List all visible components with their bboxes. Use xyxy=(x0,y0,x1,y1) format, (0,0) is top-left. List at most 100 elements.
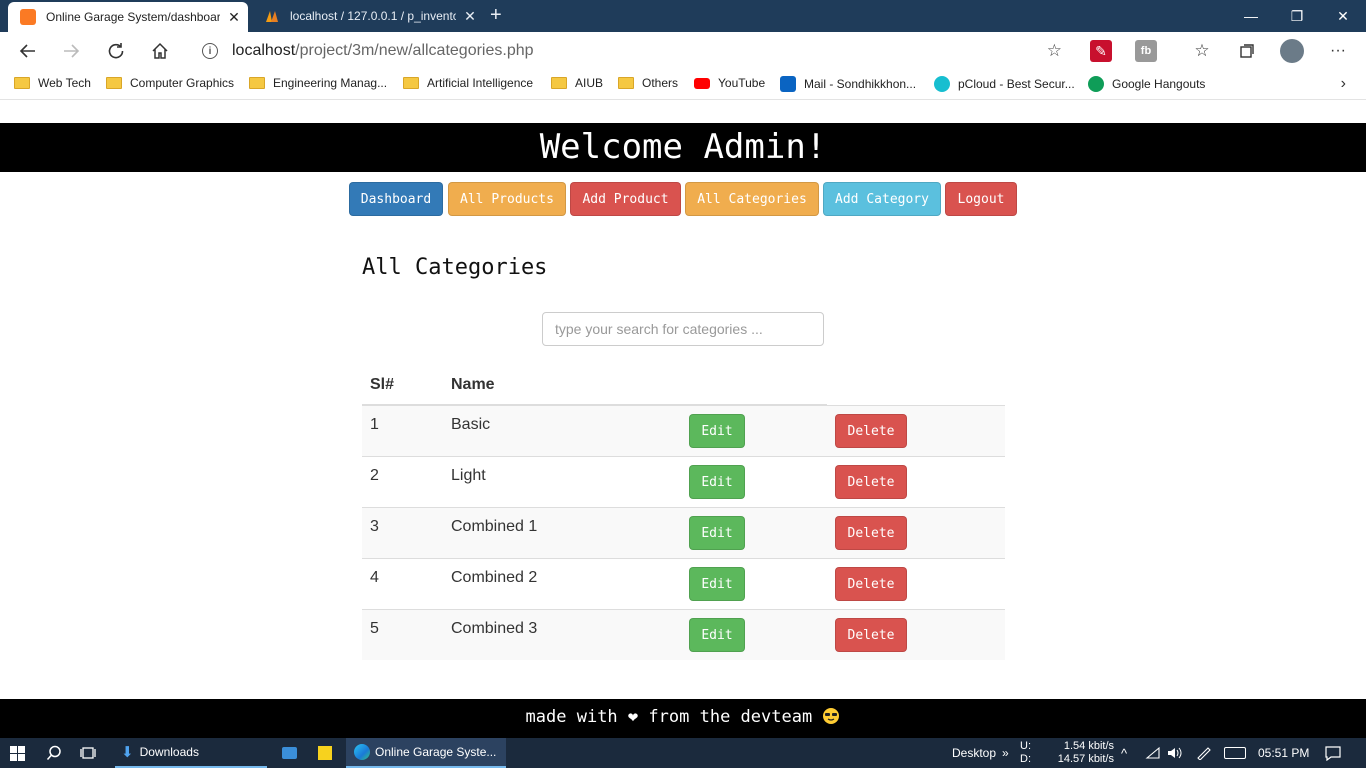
bookmark-others[interactable]: Others xyxy=(618,76,678,90)
bookmark-pcloud[interactable]: pCloud - Best Secur... xyxy=(934,76,1075,92)
tab-close-icon[interactable]: ✕ xyxy=(220,9,248,26)
back-button[interactable] xyxy=(13,36,43,66)
folder-icon xyxy=(106,77,122,89)
tab-phpmyadmin[interactable]: localhost / 127.0.0.1 / p_inventor ✕ xyxy=(252,0,484,32)
volume-icon[interactable] xyxy=(1167,738,1183,768)
bookmark-aiub[interactable]: AIUB xyxy=(551,76,603,90)
chevron-up-icon[interactable]: ^ xyxy=(1121,738,1127,768)
taskbar-downloads[interactable]: ⬇ Downloads xyxy=(115,738,267,768)
tab-close-icon[interactable]: ✕ xyxy=(456,8,484,25)
table-row: 1 Basic Edit Delete xyxy=(362,404,1005,456)
delete-button[interactable]: Delete xyxy=(835,566,907,601)
dashboard-button[interactable]: Dashboard xyxy=(349,182,443,216)
home-icon xyxy=(152,42,168,59)
back-arrow-icon xyxy=(19,44,35,58)
column-header-sl: Sl# xyxy=(362,365,443,406)
phpmyadmin-icon xyxy=(264,8,280,24)
profile-avatar[interactable] xyxy=(1280,39,1304,63)
pdf-extension-icon[interactable]: ✎ xyxy=(1090,40,1112,62)
table-header-row: Sl# Name xyxy=(362,365,1005,406)
page-title: All Categories xyxy=(362,255,548,280)
forward-arrow-icon xyxy=(64,44,80,58)
edit-button[interactable]: Edit xyxy=(689,617,745,652)
app-icon xyxy=(282,747,297,759)
delete-button[interactable]: Delete xyxy=(835,464,907,499)
outlook-icon xyxy=(780,76,796,92)
bookmark-google-hangouts[interactable]: Google Hangouts xyxy=(1088,76,1205,92)
start-button[interactable] xyxy=(10,738,25,768)
edit-button[interactable]: Edit xyxy=(689,515,745,550)
pen-icon[interactable] xyxy=(1196,738,1212,768)
delete-button[interactable]: Delete xyxy=(835,413,907,448)
delete-button[interactable]: Delete xyxy=(835,617,907,652)
table-row: 5 Combined 3 Edit Delete xyxy=(362,608,1005,660)
download-arrow-icon: ⬇ xyxy=(121,744,134,761)
sticky-notes-icon[interactable] xyxy=(318,738,332,768)
minimize-button[interactable]: — xyxy=(1228,0,1274,32)
row-sl: 2 xyxy=(362,455,443,507)
delete-button[interactable]: Delete xyxy=(835,515,907,550)
tab-online-garage[interactable]: Online Garage System/dashboar ✕ xyxy=(8,2,248,32)
row-name: Combined 3 xyxy=(443,608,681,660)
windows-logo-icon xyxy=(10,745,25,761)
categories-table: Sl# Name 1 Basic Edit Delete 2 Light Edi… xyxy=(362,365,1005,660)
add-category-button[interactable]: Add Category xyxy=(823,182,941,216)
category-search-input[interactable] xyxy=(542,312,824,346)
logout-button[interactable]: Logout xyxy=(945,182,1017,216)
bookmark-engineering-manag[interactable]: Engineering Manag... xyxy=(249,76,387,90)
info-icon[interactable]: i xyxy=(202,43,218,59)
new-tab-button[interactable]: + xyxy=(490,4,502,26)
footer-text-pre: made with xyxy=(525,707,618,727)
clock[interactable]: 05:51 PM xyxy=(1258,738,1309,768)
notification-icon[interactable] xyxy=(1325,738,1341,768)
row-name: Combined 1 xyxy=(443,506,681,558)
row-name: Light xyxy=(443,455,681,507)
forward-button[interactable] xyxy=(56,36,86,66)
bookmark-artificial-intelligence[interactable]: Artificial Intelligence xyxy=(403,76,533,90)
net-speed-values: 1.54 kbit/s 14.57 kbit/s xyxy=(1057,740,1114,765)
close-window-button[interactable]: ✕ xyxy=(1320,0,1366,32)
favorites-list-icon[interactable]: ☆ xyxy=(1191,40,1213,62)
address-bar[interactable]: i localhost/project/3m/new/allcategories… xyxy=(188,35,1074,67)
home-button[interactable] xyxy=(145,36,175,66)
folder-icon xyxy=(403,77,419,89)
row-sl: 1 xyxy=(362,404,443,456)
all-categories-button[interactable]: All Categories xyxy=(685,182,819,216)
chevron-right-icon[interactable]: › xyxy=(1341,75,1346,93)
tab-title: localhost / 127.0.0.1 / p_inventor xyxy=(290,9,456,23)
page-footer: made with ❤ from the devteam xyxy=(0,699,1366,738)
table-row: 3 Combined 1 Edit Delete xyxy=(362,506,1005,558)
bookmark-mail[interactable]: Mail - Sondhikkhon... xyxy=(780,76,916,92)
refresh-button[interactable] xyxy=(101,36,131,66)
restore-button[interactable]: ❐ xyxy=(1274,0,1320,32)
taskbar-app-icon[interactable] xyxy=(282,738,297,768)
search-icon[interactable] xyxy=(46,738,62,768)
desktop-toolbar[interactable]: Desktop» xyxy=(952,738,1009,768)
pcloud-icon xyxy=(934,76,950,92)
edit-button[interactable]: Edit xyxy=(689,464,745,499)
bookmark-computer-graphics[interactable]: Computer Graphics xyxy=(106,76,234,90)
keyboard-icon[interactable] xyxy=(1224,738,1246,768)
hangouts-icon xyxy=(1088,76,1104,92)
bookmark-web-tech[interactable]: Web Tech xyxy=(14,76,91,90)
column-header-edit xyxy=(681,365,827,406)
bookmark-youtube[interactable]: YouTube xyxy=(694,76,765,90)
more-menu-icon[interactable]: ··· xyxy=(1327,40,1349,62)
extension-icon[interactable]: fb xyxy=(1135,40,1157,62)
taskbar-edge-app[interactable]: Online Garage Syste... xyxy=(346,738,506,768)
table-row: 2 Light Edit Delete xyxy=(362,455,1005,507)
url-text: localhost/project/3m/new/allcategories.p… xyxy=(232,42,534,59)
wifi-icon[interactable] xyxy=(1145,738,1161,768)
collections-icon[interactable] xyxy=(1236,40,1258,62)
edit-button[interactable]: Edit xyxy=(689,566,745,601)
heart-icon: ❤ xyxy=(627,707,639,727)
favorite-star-icon[interactable]: ☆ xyxy=(1047,41,1062,61)
add-product-button[interactable]: Add Product xyxy=(570,182,681,216)
net-speed-labels: U: D: xyxy=(1020,740,1031,765)
task-view-icon[interactable] xyxy=(80,738,96,768)
page-content: Welcome Admin! Dashboard All Products Ad… xyxy=(0,101,1366,738)
row-name: Basic xyxy=(443,404,681,456)
xampp-icon xyxy=(20,9,36,25)
edit-button[interactable]: Edit xyxy=(689,414,745,448)
all-products-button[interactable]: All Products xyxy=(448,182,566,216)
